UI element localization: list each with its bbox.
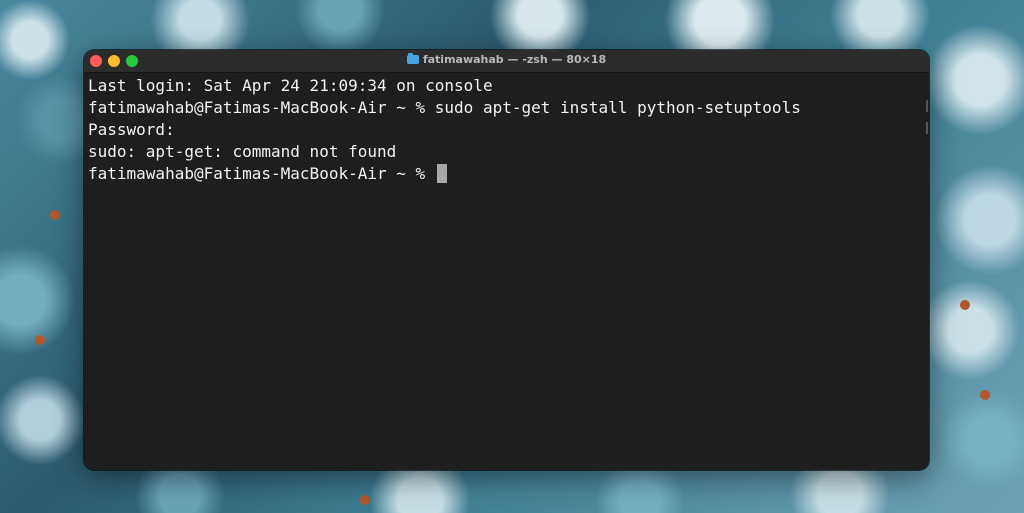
flower-center (35, 335, 45, 345)
scroll-mark (926, 122, 928, 134)
text-cursor (436, 164, 447, 183)
scroll-mark (926, 100, 928, 112)
terminal-line: sudo: apt-get: command not found (88, 142, 397, 161)
window-titlebar[interactable]: fatimawahab — -zsh — 80×18 (84, 50, 929, 73)
terminal-line: fatimawahab@Fatimas-MacBook-Air ~ % sudo… (88, 98, 801, 117)
shell-prompt: fatimawahab@Fatimas-MacBook-Air ~ % (88, 164, 435, 183)
window-title-container: fatimawahab — -zsh — 80×18 (84, 53, 929, 66)
terminal-line: Password: (88, 120, 175, 139)
flower-center (50, 210, 60, 220)
terminal-line: Last login: Sat Apr 24 21:09:34 on conso… (88, 76, 493, 95)
flower-center (960, 300, 970, 310)
window-title: fatimawahab — -zsh — 80×18 (422, 53, 607, 66)
flower-center (360, 495, 370, 505)
flower-center (980, 390, 990, 400)
terminal-window[interactable]: fatimawahab — -zsh — 80×18 Last login: S… (84, 50, 929, 470)
terminal-output[interactable]: Last login: Sat Apr 24 21:09:34 on conso… (84, 73, 929, 185)
prompt-line[interactable]: fatimawahab@Fatimas-MacBook-Air ~ % (88, 163, 925, 185)
folder-icon (406, 53, 419, 64)
